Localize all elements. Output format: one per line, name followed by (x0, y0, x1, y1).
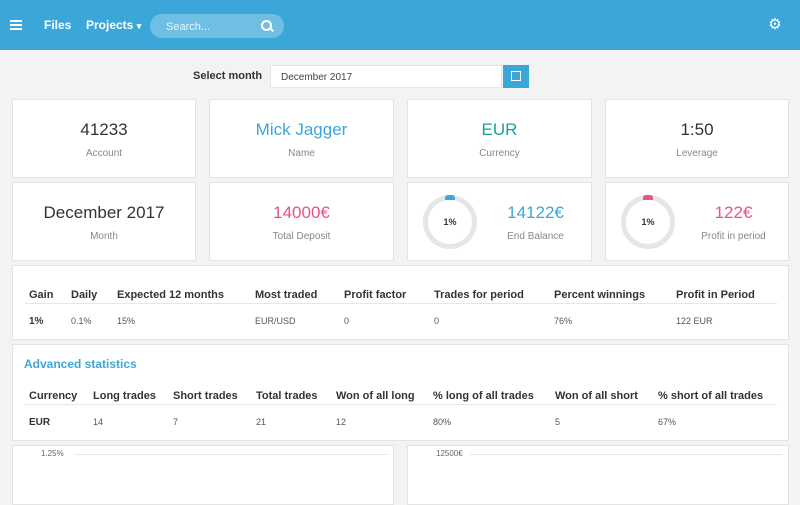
table-cell: 12 (336, 417, 347, 427)
total-deposit-label: Total Deposit (272, 231, 331, 242)
balance-chart-card: 12500€ (407, 445, 789, 505)
menu-icon[interactable] (10, 20, 22, 30)
chevron-down-icon: ▾ (136, 21, 142, 31)
total-deposit-value: 14000€ (273, 203, 330, 222)
account-card: 41233 Account (12, 99, 196, 178)
y-tick-label: 12500€ (436, 449, 463, 458)
nav-projects-label: Projects (86, 18, 134, 32)
table-cell: 0.1% (71, 316, 92, 326)
profit-period-label: Profit in period (701, 231, 766, 242)
gridline (75, 454, 387, 455)
table-cell: 5 (555, 417, 561, 427)
name-card: Mick Jagger Name (209, 99, 394, 178)
col-header: Total trades (256, 390, 318, 402)
calendar-button[interactable] (503, 65, 529, 88)
end-balance-card: 1% 14122€ End Balance (407, 182, 592, 261)
calendar-icon (511, 71, 521, 81)
table-cell: 67% (658, 417, 677, 427)
table-row: 1% 0.1% 15% EUR/USD 0 0 76% 122 EUR (29, 307, 776, 335)
table-cell: 7 (173, 417, 179, 427)
summary-table: Gain Daily Expected 12 months Most trade… (29, 283, 776, 335)
nav-projects-dropdown[interactable]: Projects ▾ (86, 18, 141, 32)
leverage-label: Leverage (676, 148, 718, 159)
col-header: Gain (29, 289, 54, 301)
table-cell: 15% (117, 316, 136, 326)
top-navbar: Files Projects ▾ ⚙ (0, 0, 800, 50)
col-header: Daily (71, 289, 98, 301)
gauge-percent: 1% (443, 217, 457, 227)
col-header: Expected 12 months (117, 289, 224, 301)
gain-chart-card: 1.25% (12, 445, 394, 505)
profit-period-value: 122€ (714, 203, 753, 222)
advanced-table: Currency Long trades Short trades Total … (29, 384, 776, 436)
table-cell: 80% (433, 417, 452, 427)
table-cell: 21 (256, 417, 267, 427)
col-header: Currency (29, 390, 78, 402)
end-balance-gauge: 1% (423, 195, 477, 249)
col-header: Percent winnings (554, 289, 646, 301)
table-cell: 76% (554, 316, 573, 326)
search-input[interactable] (164, 18, 258, 36)
profit-period-gauge: 1% (621, 195, 675, 249)
month-label: Month (90, 231, 118, 242)
gauge-arc (643, 195, 653, 200)
currency-label: Currency (479, 148, 520, 159)
currency-value: EUR (481, 120, 518, 139)
table-cell: 14 (93, 417, 104, 427)
total-deposit-card: 14000€ Total Deposit (209, 182, 394, 261)
table-header-row: Gain Daily Expected 12 months Most trade… (29, 283, 776, 307)
col-header: % long of all trades (433, 390, 534, 402)
gauge-percent: 1% (641, 217, 655, 227)
col-header: Short trades (173, 390, 238, 402)
col-header: Profit in Period (676, 289, 755, 301)
col-header: % short of all trades (658, 390, 764, 402)
currency-card: EUR Currency (407, 99, 592, 178)
advanced-statistics-panel: Advanced statistics Currency Long trades… (12, 344, 789, 441)
month-input[interactable]: December 2017 (270, 65, 502, 88)
table-cell: EUR (29, 416, 51, 428)
leverage-value: 1:50 (680, 120, 714, 139)
end-balance-label: End Balance (507, 231, 564, 242)
end-balance-value: 14122€ (507, 203, 564, 222)
nav-files-link[interactable]: Files (44, 18, 71, 32)
table-cell: 0 (434, 316, 440, 326)
table-cell: EUR/USD (255, 316, 296, 326)
col-header: Most traded (255, 289, 318, 301)
account-label: Account (85, 148, 123, 159)
table-cell: 122 EUR (676, 316, 713, 326)
summary-panel: Gain Daily Expected 12 months Most trade… (12, 265, 789, 340)
name-label: Name (288, 148, 315, 159)
month-card: December 2017 Month (12, 182, 196, 261)
profit-period-card: 1% 122€ Profit in period (605, 182, 789, 261)
col-header: Long trades (93, 390, 156, 402)
col-header: Profit factor (344, 289, 407, 301)
advanced-statistics-title: Advanced statistics (24, 357, 137, 371)
col-header: Won of all long (336, 390, 415, 402)
select-month-label: Select month (193, 70, 263, 82)
search-box (150, 14, 284, 38)
gear-icon[interactable]: ⚙ (768, 17, 782, 32)
y-tick-label: 1.25% (41, 449, 64, 458)
col-header: Won of all short (555, 390, 638, 402)
col-header: Trades for period (434, 289, 524, 301)
leverage-card: 1:50 Leverage (605, 99, 789, 178)
table-cell: 1% (29, 315, 44, 327)
table-header-row: Currency Long trades Short trades Total … (29, 384, 776, 408)
account-value: 41233 (80, 120, 128, 139)
gridline (470, 454, 782, 455)
name-value: Mick Jagger (255, 120, 348, 139)
gauge-arc (445, 195, 455, 200)
table-row: EUR 14 7 21 12 80% 5 67% (29, 408, 776, 436)
table-cell: 0 (344, 316, 350, 326)
month-value: December 2017 (43, 203, 165, 222)
search-icon[interactable] (261, 20, 272, 31)
